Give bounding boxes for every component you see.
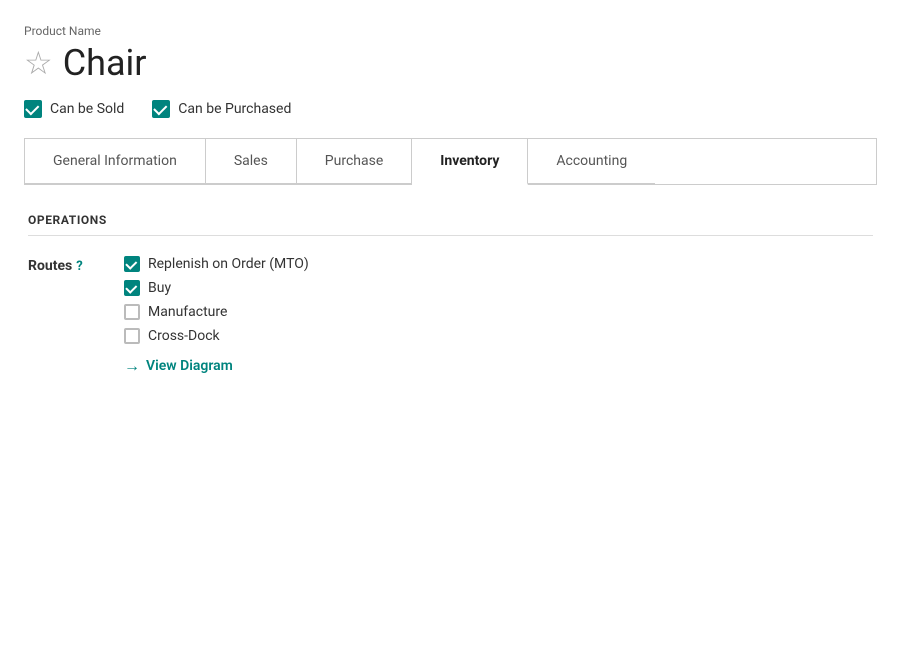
routes-options: Replenish on Order (MTO) Buy Manufacture… — [124, 256, 309, 376]
can-be-sold-checkbox[interactable] — [24, 100, 42, 118]
tab-general-information[interactable]: General Information — [25, 139, 206, 184]
product-name: Chair — [63, 42, 147, 84]
route-buy-label: Buy — [148, 280, 171, 296]
routes-label: Routes ? — [28, 256, 108, 274]
routes-row: Routes ? Replenish on Order (MTO) Buy Ma… — [28, 256, 873, 376]
can-be-sold-label: Can be Sold — [50, 101, 124, 117]
route-cross-dock-label: Cross-Dock — [148, 328, 220, 344]
tab-sales[interactable]: Sales — [206, 139, 297, 184]
checkboxes-row: Can be Sold Can be Purchased — [24, 100, 877, 118]
can-be-sold-item: Can be Sold — [24, 100, 124, 118]
route-item-cross-dock: Cross-Dock — [124, 328, 309, 344]
tab-purchase[interactable]: Purchase — [297, 139, 412, 184]
can-be-purchased-label: Can be Purchased — [178, 101, 291, 117]
view-diagram-arrow-icon: → — [124, 356, 140, 376]
can-be-purchased-checkbox[interactable] — [152, 100, 170, 118]
product-title-row: ☆ Chair — [24, 42, 877, 84]
routes-help-icon[interactable]: ? — [76, 259, 82, 274]
can-be-purchased-item: Can be Purchased — [152, 100, 291, 118]
tabs-container: General Information Sales Purchase Inven… — [24, 138, 877, 184]
favorite-star-icon[interactable]: ☆ — [24, 47, 53, 79]
operations-section: OPERATIONS Routes ? Replenish on Order (… — [24, 213, 877, 376]
routes-text: Routes — [28, 258, 72, 274]
operations-title: OPERATIONS — [28, 213, 873, 236]
route-item-manufacture: Manufacture — [124, 304, 309, 320]
route-mto-checkbox[interactable] — [124, 256, 140, 272]
route-item-buy: Buy — [124, 280, 309, 296]
route-manufacture-checkbox[interactable] — [124, 304, 140, 320]
route-cross-dock-checkbox[interactable] — [124, 328, 140, 344]
tab-inventory[interactable]: Inventory — [412, 139, 528, 185]
tab-accounting[interactable]: Accounting — [528, 139, 655, 184]
route-buy-checkbox[interactable] — [124, 280, 140, 296]
route-item-mto: Replenish on Order (MTO) — [124, 256, 309, 272]
route-mto-label: Replenish on Order (MTO) — [148, 256, 309, 272]
route-manufacture-label: Manufacture — [148, 304, 227, 320]
product-name-label: Product Name — [24, 24, 877, 38]
view-diagram-label: View Diagram — [146, 358, 233, 374]
view-diagram-link[interactable]: → View Diagram — [124, 356, 309, 376]
